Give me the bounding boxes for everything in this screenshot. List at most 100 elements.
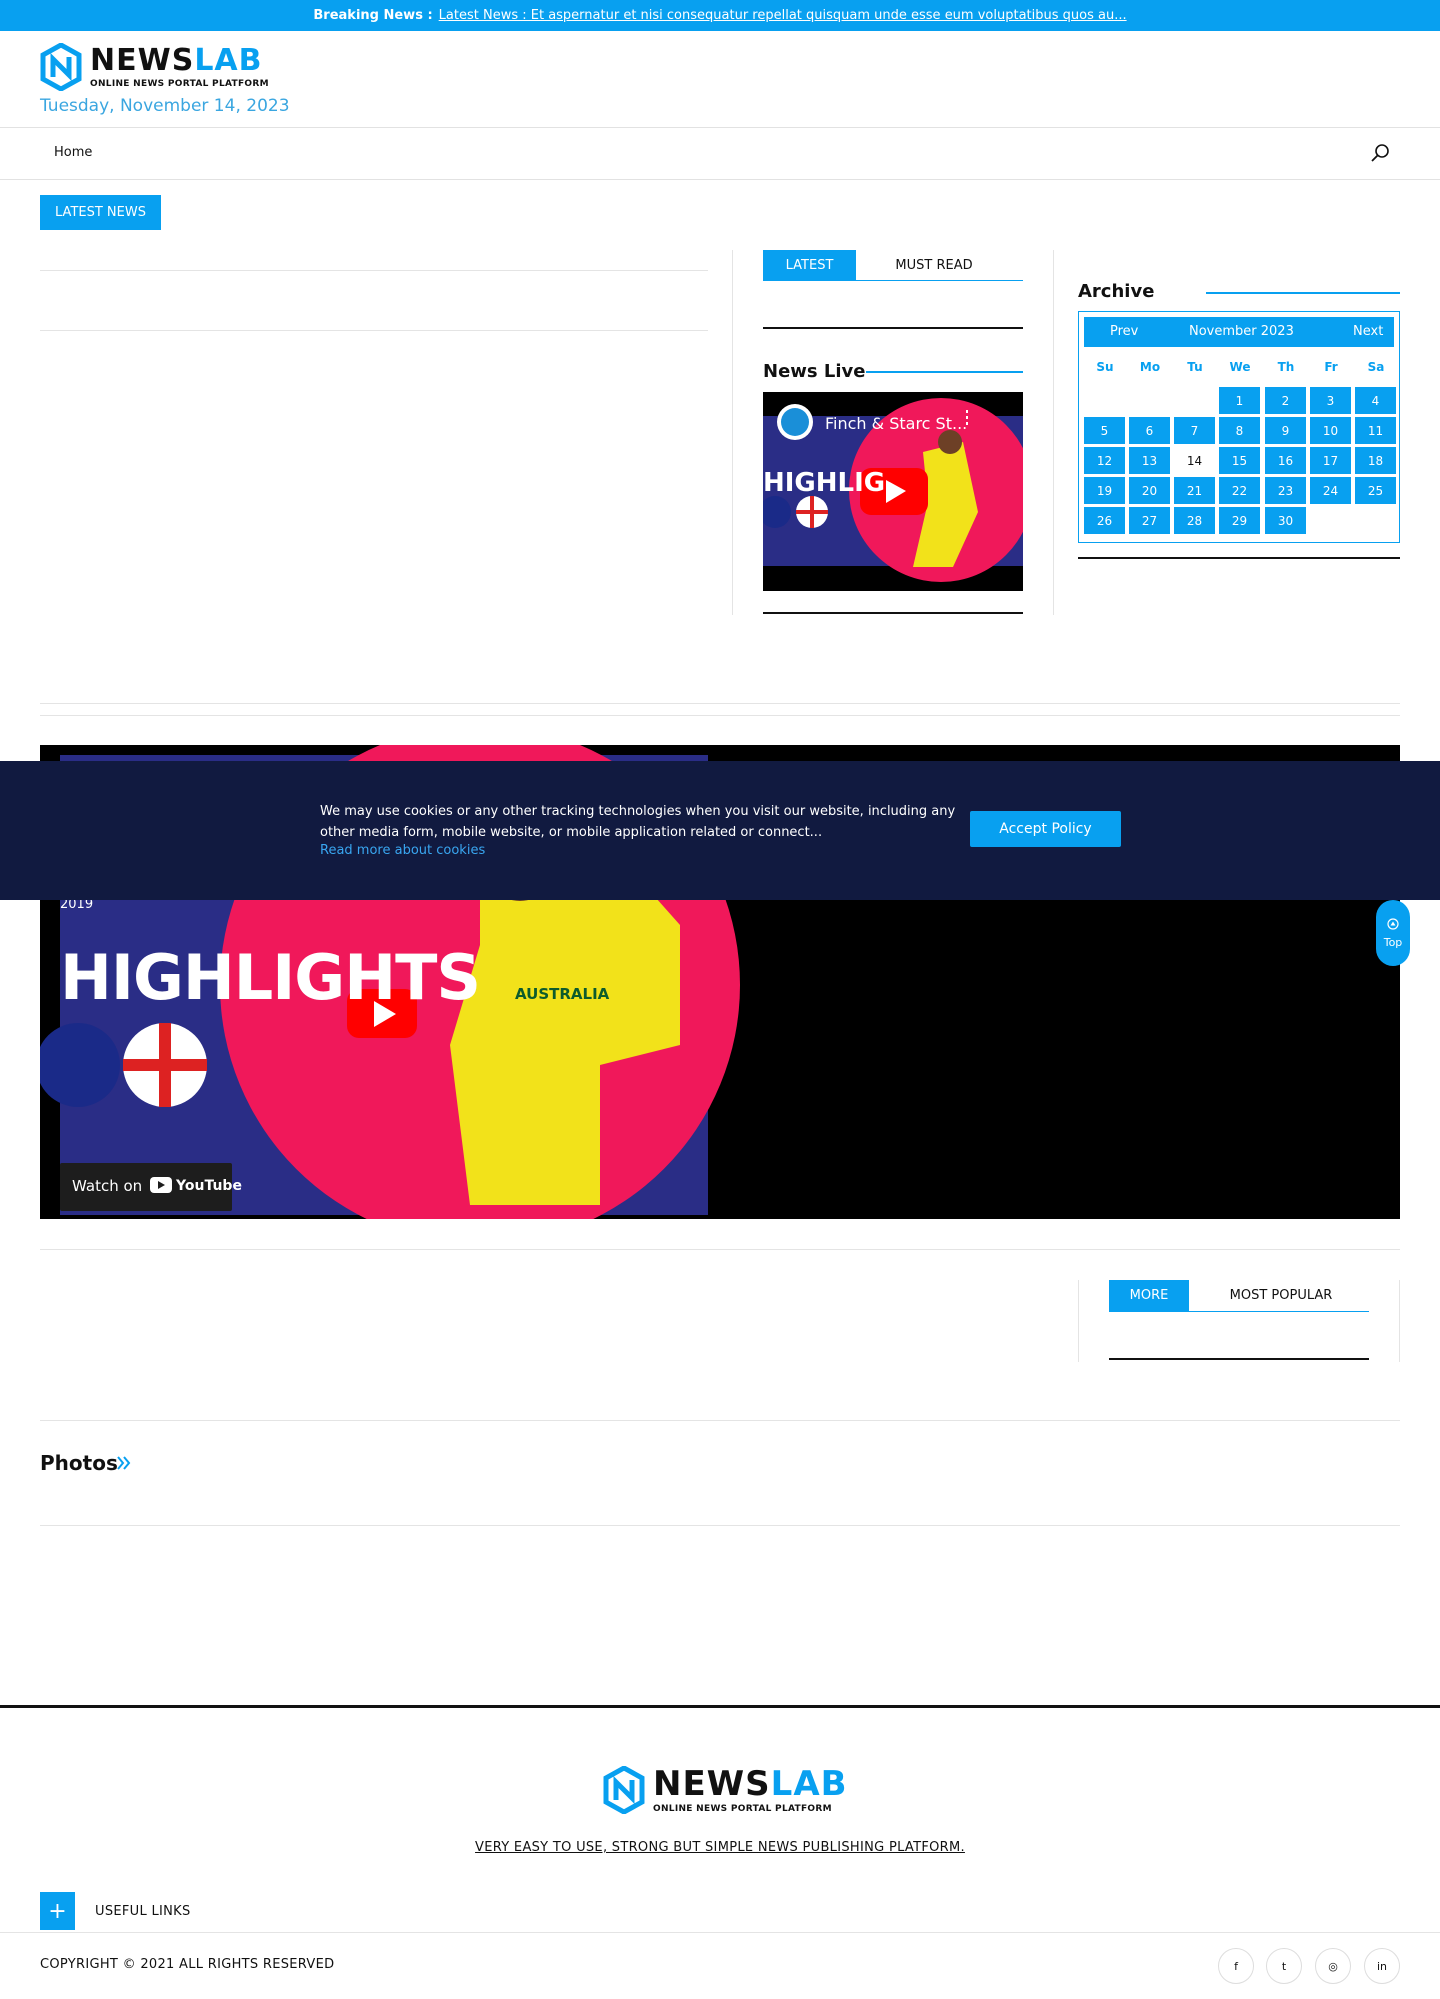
tab-more[interactable]: MORE	[1109, 1280, 1189, 1311]
breaking-news-link[interactable]: Latest News : Et aspernatur et nisi cons…	[439, 8, 1127, 23]
site-logo[interactable]: NEWSLAB ONLINE NEWS PORTAL PLATFORM	[40, 43, 269, 91]
tab-most-popular[interactable]: MOST POPULAR	[1211, 1280, 1351, 1311]
calendar-day[interactable]: 24	[1310, 477, 1351, 504]
calendar-day[interactable]: 13	[1129, 447, 1170, 474]
calendar-day[interactable]: 26	[1084, 507, 1125, 534]
tab-must-read[interactable]: MUST READ	[872, 250, 996, 281]
calendar-day[interactable]: 27	[1129, 507, 1170, 534]
archive-title: Archive	[1078, 281, 1155, 302]
video-overlay-text: HIGHLIG	[763, 468, 886, 498]
calendar-day-name: Sa	[1367, 360, 1385, 374]
calendar-day[interactable]: 5	[1084, 417, 1125, 444]
nav-divider-bottom	[0, 179, 1440, 180]
photos-title[interactable]: Photos	[40, 1451, 118, 1475]
cookie-read-more-link[interactable]: Read more about cookies	[320, 843, 485, 858]
logo-name-lab: LAB	[194, 42, 263, 78]
calendar-day[interactable]: 21	[1174, 477, 1215, 504]
calendar-day[interactable]: 8	[1219, 417, 1260, 444]
calendar-day[interactable]: 19	[1084, 477, 1125, 504]
arrow-up-circle-icon	[1387, 917, 1399, 930]
divider	[1109, 1358, 1369, 1360]
tab-underline	[763, 280, 1023, 281]
calendar-day[interactable]: 3	[1310, 387, 1351, 414]
search-icon[interactable]	[1370, 143, 1390, 163]
news-live-title: News Live	[763, 361, 866, 382]
calendar-day[interactable]: 7	[1174, 417, 1215, 444]
copyright-text: COPYRIGHT © 2021 ALL RIGHTS RESERVED	[40, 1957, 335, 1972]
youtube-logo[interactable]: YouTube	[176, 1178, 242, 1194]
calendar-day[interactable]: 12	[1084, 447, 1125, 474]
video-title[interactable]: Finch & Starc St...	[825, 414, 967, 433]
divider	[40, 330, 708, 331]
latest-news-button[interactable]: LATEST NEWS	[40, 195, 161, 230]
calendar-day[interactable]: 1	[1219, 387, 1260, 414]
calendar-prev-button[interactable]: Prev	[1110, 324, 1138, 339]
column-divider	[1053, 250, 1054, 615]
tab-underline	[1109, 1311, 1369, 1312]
divider	[1078, 557, 1400, 559]
current-date: Tuesday, November 14, 2023	[40, 96, 290, 116]
featured-video-overlay-text: HIGHLIGHTS	[60, 941, 481, 1014]
divider	[763, 327, 1023, 329]
calendar-day-name: Su	[1096, 360, 1114, 374]
calendar-day-name: Mo	[1139, 360, 1161, 374]
footer-logo[interactable]: NEWSLAB ONLINE NEWS PORTAL PLATFORM	[603, 1766, 848, 1814]
calendar-next-button[interactable]: Next	[1353, 324, 1383, 339]
calendar-day[interactable]: 6	[1129, 417, 1170, 444]
calendar-day[interactable]: 20	[1129, 477, 1170, 504]
useful-links-label[interactable]: USEFUL LINKS	[95, 1904, 191, 1919]
nav-divider-top	[0, 127, 1440, 128]
calendar-day[interactable]: 2	[1265, 387, 1306, 414]
logo-mark-icon	[40, 43, 82, 91]
watch-on-label[interactable]: Watch on	[72, 1177, 142, 1195]
facebook-icon[interactable]: f	[1218, 1948, 1254, 1984]
logo-name-news: NEWS	[90, 42, 195, 78]
twitter-icon[interactable]: t	[1266, 1948, 1302, 1984]
divider	[40, 703, 1400, 704]
tab-latest[interactable]: LATEST	[763, 250, 856, 281]
nav-item-home[interactable]: Home	[54, 145, 92, 160]
calendar-day[interactable]: 17	[1310, 447, 1351, 474]
useful-links-toggle-button[interactable]: +	[40, 1892, 75, 1930]
column-divider	[732, 250, 733, 615]
calendar-day-name: Tu	[1187, 360, 1203, 374]
divider	[40, 1420, 1400, 1421]
column-divider	[1399, 1280, 1400, 1362]
logo-tagline: ONLINE NEWS PORTAL PLATFORM	[90, 78, 269, 89]
calendar-day[interactable]: 23	[1265, 477, 1306, 504]
calendar-day[interactable]: 28	[1174, 507, 1215, 534]
title-rule	[1206, 292, 1400, 294]
calendar-day[interactable]: 15	[1219, 447, 1260, 474]
double-chevron-right-icon[interactable]	[116, 1455, 132, 1471]
column-divider	[1078, 1280, 1079, 1362]
calendar-day[interactable]: 18	[1355, 447, 1396, 474]
calendar-day-name: Fr	[1324, 360, 1338, 374]
back-to-top-button[interactable]: Top	[1376, 900, 1410, 966]
calendar-day[interactable]: 29	[1219, 507, 1260, 534]
logo-name-lab: LAB	[770, 1763, 848, 1804]
calendar-day[interactable]: 25	[1355, 477, 1396, 504]
calendar-day[interactable]: 10	[1310, 417, 1351, 444]
calendar-day[interactable]: 4	[1355, 387, 1396, 414]
cookie-text: We may use cookies or any other tracking…	[320, 804, 956, 840]
linkedin-icon[interactable]: in	[1364, 1948, 1400, 1984]
calendar-day[interactable]: 22	[1219, 477, 1260, 504]
back-to-top-label: Top	[1383, 935, 1403, 949]
calendar-day[interactable]: 30	[1265, 507, 1306, 534]
logo-tagline: ONLINE NEWS PORTAL PLATFORM	[653, 1803, 832, 1814]
calendar-month: November 2023	[1189, 324, 1294, 339]
calendar-day[interactable]: 11	[1355, 417, 1396, 444]
footer-rule	[0, 1705, 1440, 1708]
calendar-day[interactable]: 9	[1265, 417, 1306, 444]
calendar-day[interactable]: 16	[1265, 447, 1306, 474]
title-rule	[866, 371, 1023, 373]
calendar-day-name: Th	[1277, 360, 1295, 374]
accept-policy-button[interactable]: Accept Policy	[970, 811, 1121, 847]
calendar-day-today[interactable]: 14	[1174, 447, 1215, 474]
news-live-video[interactable]: HIGHLIG Finch & Starc St...	[763, 392, 1023, 591]
logo-name-news: NEWS	[653, 1763, 771, 1804]
footer-tagline[interactable]: VERY EASY TO USE, STRONG BUT SIMPLE NEWS…	[0, 1840, 1440, 1855]
instagram-icon[interactable]: ◎	[1315, 1948, 1351, 1984]
archive-calendar: Prev November 2023 Next Su Mo Tu We Th Fr Sa 1…	[1078, 311, 1400, 543]
divider	[40, 1525, 1400, 1526]
